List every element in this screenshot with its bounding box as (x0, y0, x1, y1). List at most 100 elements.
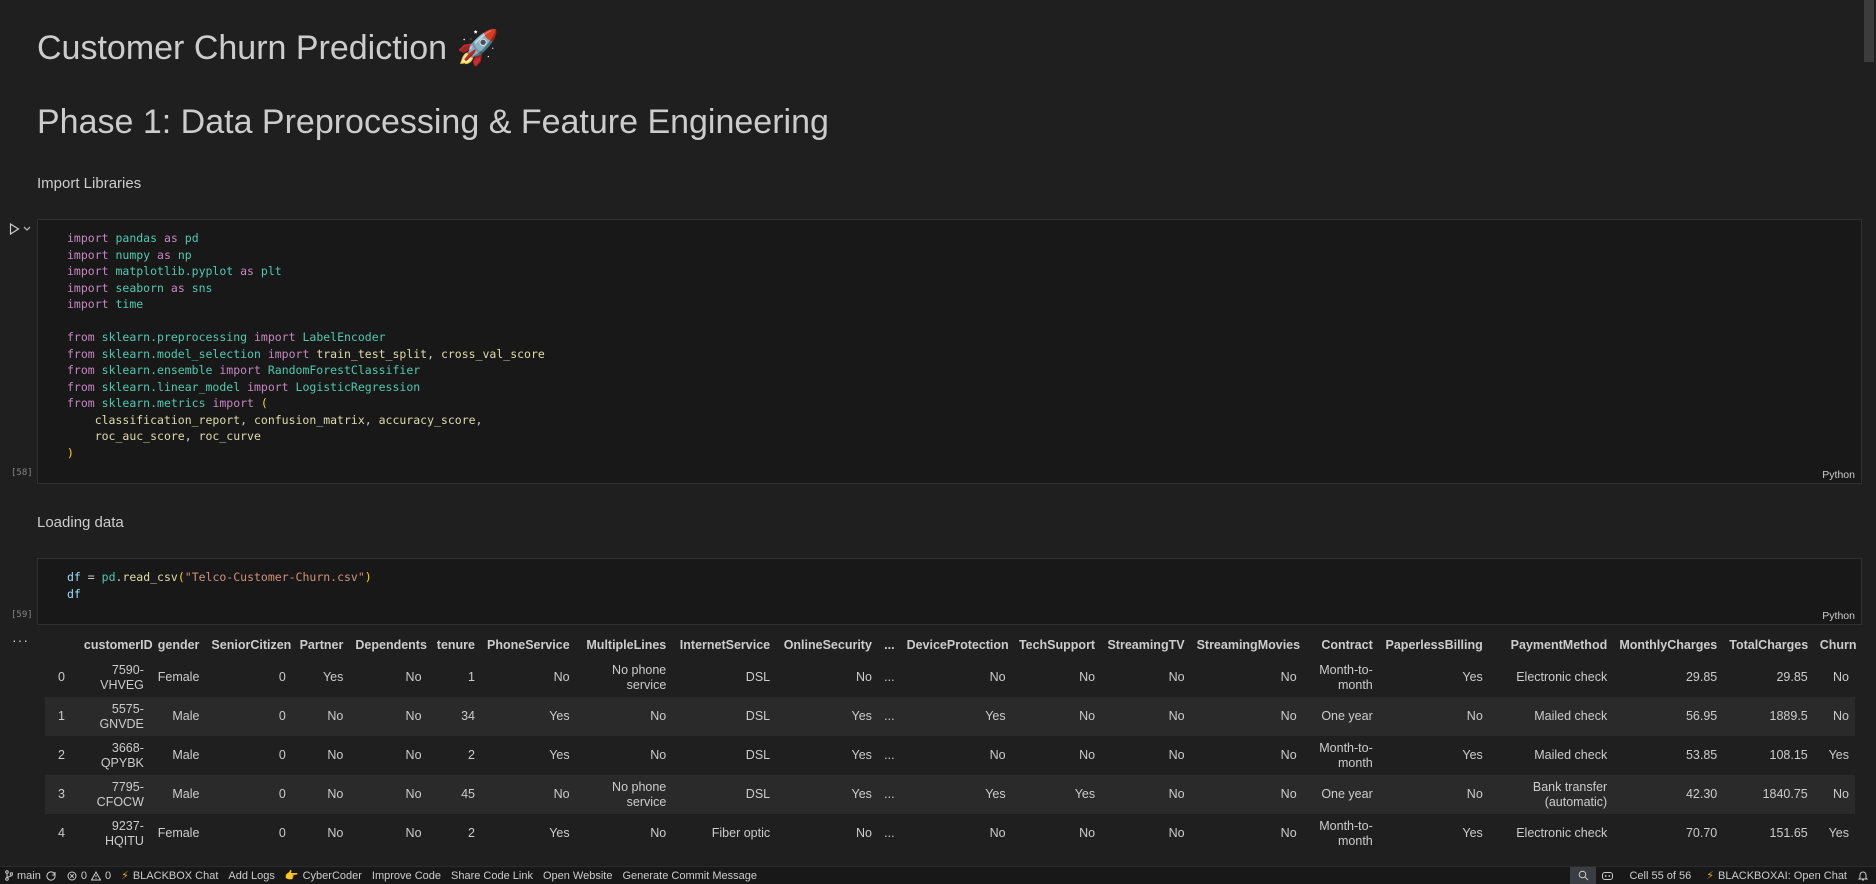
copilot-icon (1602, 872, 1614, 880)
table-cell: ... (884, 709, 895, 723)
column-header: customerID (83, 638, 153, 652)
table-cell: ... (884, 787, 895, 801)
code-editor[interactable]: df = pd.read_csv("Telco-Customer-Churn.c… (67, 569, 372, 602)
table-cell: No (1168, 787, 1185, 801)
table-cell: No phone service (612, 662, 667, 692)
table-cell: No (1079, 670, 1096, 684)
table-cell: Female (157, 670, 200, 684)
open-website[interactable]: Open Website (538, 867, 618, 884)
table-cell: No (327, 787, 344, 801)
table-cell: 53.85 (1685, 748, 1718, 762)
table-cell: DSL (745, 670, 771, 684)
table-cell: Yes (1828, 826, 1849, 840)
table-cell: 29.85 (1685, 670, 1718, 684)
improve-code[interactable]: Improve Code (367, 867, 446, 884)
row-index: 4 (57, 826, 65, 840)
table-cell: Yes (322, 670, 344, 684)
column-header: Contract (1321, 638, 1373, 652)
table-cell: No (1079, 709, 1096, 723)
table-cell: No (553, 787, 570, 801)
column-header: Dependents (355, 638, 427, 652)
table-cell: ... (884, 748, 895, 762)
column-header (45, 632, 78, 658)
notebook-editor: Customer Churn Prediction 🚀 Phase 1: Dat… (0, 0, 1876, 866)
table-row: 0 7590-VHVEG Female 0 Yes No 1 No No phone servi… (45, 658, 1855, 697)
blackbox-open-chat[interactable]: ⚡ BLACKBOXAI: Open Chat (1701, 867, 1852, 884)
table-cell: 1 (468, 670, 475, 684)
output-more-actions[interactable]: ··· (12, 632, 29, 648)
table-cell: One year (1321, 787, 1373, 801)
vertical-scrollbar-thumb[interactable] (1864, 0, 1874, 62)
table-cell: Electronic check (1516, 670, 1608, 684)
table-cell: Male (172, 787, 200, 801)
table-cell: No (1168, 748, 1185, 762)
open-chat-label: BLACKBOXAI: Open Chat (1717, 869, 1847, 882)
table-cell: No (327, 748, 344, 762)
table-cell: 1840.75 (1762, 787, 1808, 801)
table-cell: No (1079, 748, 1096, 762)
table-cell: 42.30 (1685, 787, 1718, 801)
code-editor[interactable]: import pandas as pd import numpy as np i… (67, 230, 545, 461)
phase-heading: Phase 1: Data Preprocessing & Feature En… (37, 103, 829, 141)
add-logs[interactable]: Add Logs (223, 867, 279, 884)
table-cell: No (405, 826, 422, 840)
dataframe-output: customerID gender SeniorCitizen Partner … (45, 632, 1857, 853)
table-cell: ... (884, 826, 895, 840)
sync-icon (46, 870, 56, 881)
cell-position[interactable]: Cell 55 of 56 (1619, 867, 1701, 884)
table-header-row: customerID gender SeniorCitizen Partner … (45, 632, 1857, 658)
table-cell: Yes (1462, 670, 1483, 684)
column-header: OnlineSecurity (783, 638, 872, 652)
table-cell: ... (884, 670, 895, 684)
notebook-title: Customer Churn Prediction 🚀 (37, 29, 499, 67)
run-cell-button[interactable] (9, 222, 35, 236)
error-count: 0 (80, 869, 87, 882)
table-cell: Yes (851, 748, 872, 762)
column-header: Partner (299, 638, 344, 652)
cybercoder[interactable]: 👉 CyberCoder (280, 867, 367, 884)
row-index: 1 (57, 709, 65, 723)
table-cell: 0 (278, 670, 286, 684)
column-header: Churn (1819, 638, 1857, 652)
table-cell: No (553, 670, 570, 684)
code-cell-load[interactable]: df = pd.read_csv("Telco-Customer-Churn.c… (37, 558, 1862, 625)
status-bar: main 0 0 ⚡ BLACKBOX Chat Add Logs 👉 Cybe… (0, 866, 1876, 884)
table-cell: 45 (461, 787, 475, 801)
table-cell: 5575-GNVDE (99, 701, 144, 731)
execution-count: [58] (11, 468, 33, 478)
notifications-button[interactable] (1852, 867, 1876, 884)
bell-icon (1858, 871, 1868, 881)
row-index: 0 (57, 670, 65, 684)
table-cell: DSL (745, 748, 771, 762)
copilot-button[interactable] (1596, 867, 1619, 884)
column-header: TechSupport (1018, 638, 1096, 652)
table-cell: 34 (461, 709, 475, 723)
table-cell: No (1079, 826, 1096, 840)
table-cell: Bank transfer (automatic) (1532, 779, 1608, 809)
generate-commit-message[interactable]: Generate Commit Message (617, 867, 762, 884)
table-cell: No (1833, 709, 1849, 723)
cell-language-label[interactable]: Python (1822, 610, 1855, 622)
table-cell: 2 (468, 826, 475, 840)
table-cell: No (405, 748, 422, 762)
table-cell: Yes (1462, 826, 1483, 840)
column-header: PhoneService (487, 638, 570, 652)
table-cell: No (855, 670, 872, 684)
table-cell: 3668-QPYBK (100, 740, 144, 770)
cell-language-label[interactable]: Python (1822, 469, 1855, 481)
table-cell: 56.95 (1685, 709, 1718, 723)
table-cell: No (1833, 787, 1849, 801)
code-cell-imports[interactable]: import pandas as pd import numpy as np i… (37, 219, 1862, 484)
table-cell: No (1280, 709, 1297, 723)
share-code-link[interactable]: Share Code Link (446, 867, 538, 884)
branch-indicator[interactable]: main (0, 867, 62, 884)
blackbox-chat[interactable]: ⚡ BLACKBOX Chat (116, 867, 223, 884)
table-cell: 0 (278, 787, 286, 801)
zoom-button[interactable] (1570, 866, 1597, 884)
table-cell: 108.15 (1769, 748, 1808, 762)
table-cell: Yes (851, 709, 872, 723)
problems-indicator[interactable]: 0 0 (62, 867, 116, 884)
table-cell: Mailed check (1534, 709, 1608, 723)
error-icon (67, 871, 77, 880)
table-cell: No (855, 826, 872, 840)
